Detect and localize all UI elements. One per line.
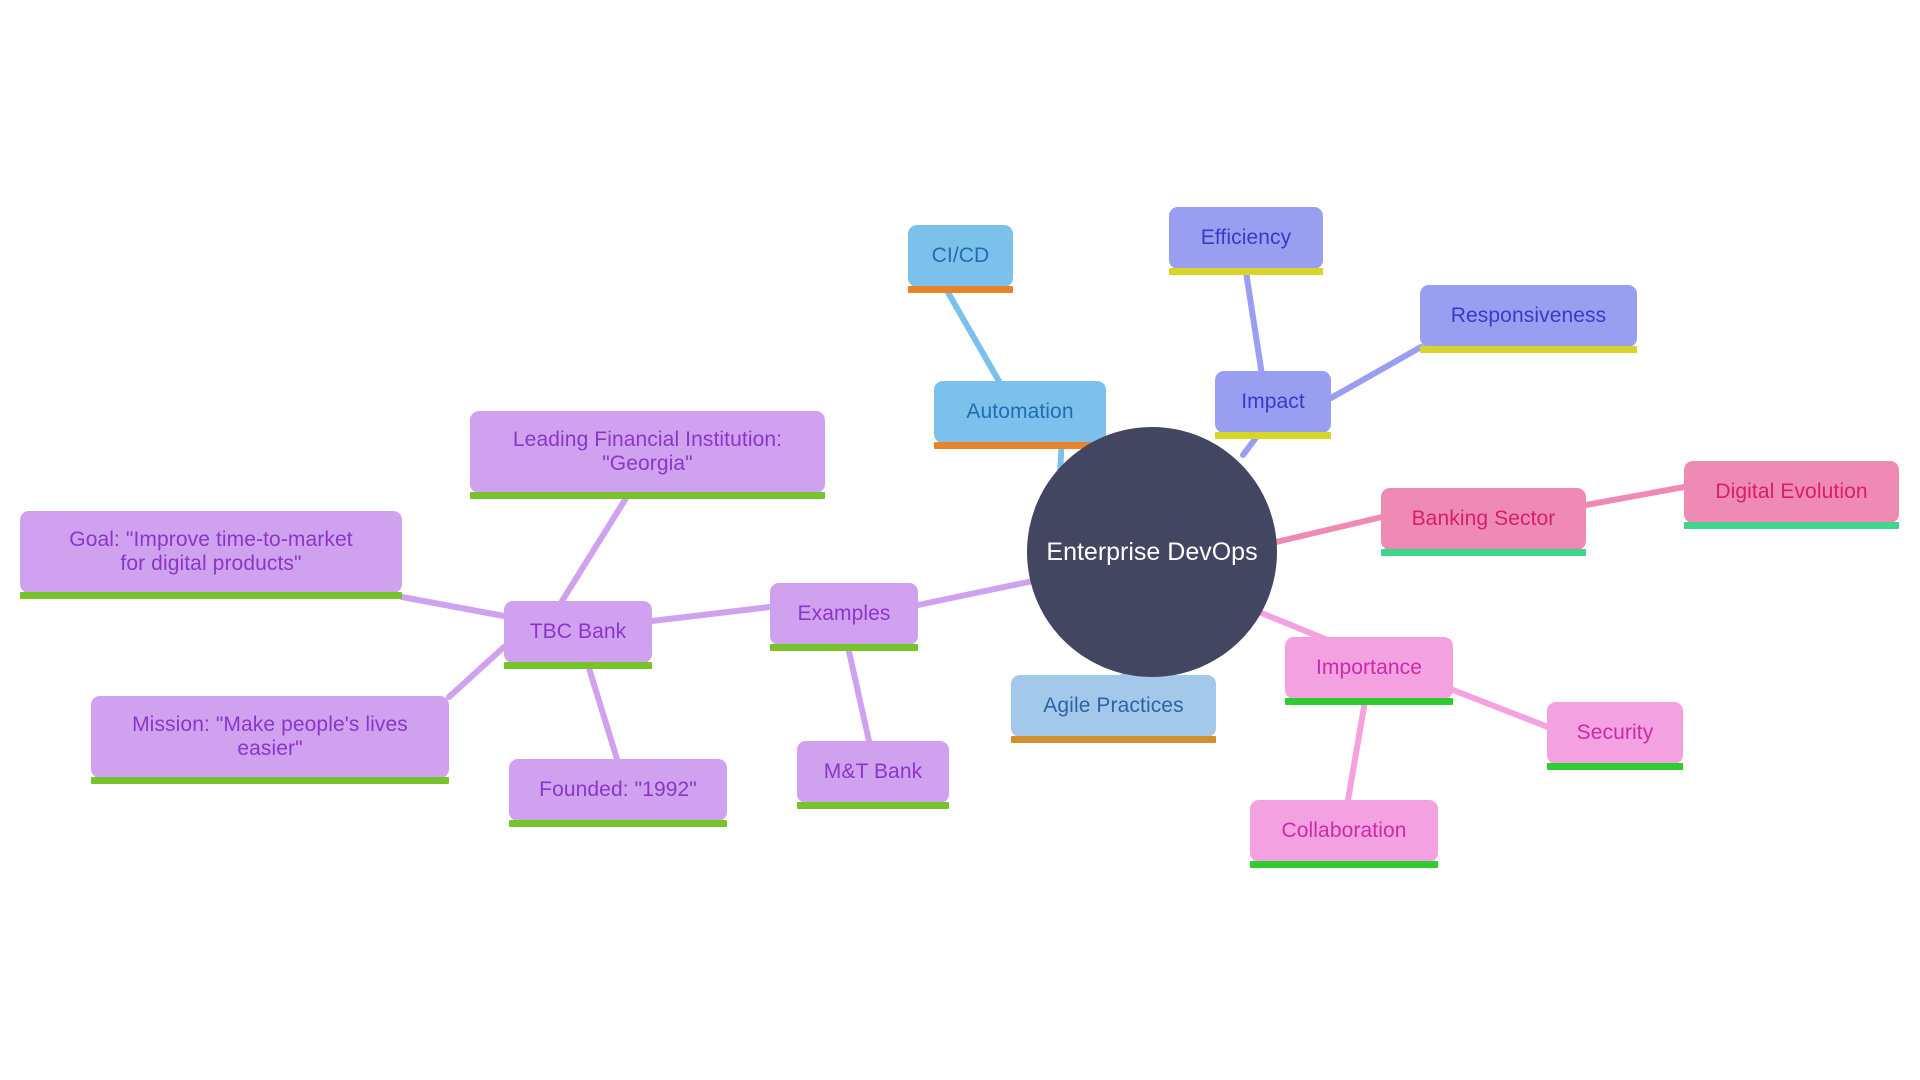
node-accent-underline <box>770 644 918 651</box>
node-accent-underline <box>20 592 402 599</box>
mindmap-node-responsiveness[interactable]: Responsiveness <box>1420 285 1637 353</box>
mindmap-node-efficiency[interactable]: Efficiency <box>1169 207 1323 275</box>
node-label: Banking Sector <box>1411 506 1556 530</box>
node-label: Agile Practices <box>1043 693 1184 717</box>
node-accent-underline <box>1420 346 1637 353</box>
mindmap-node-collaboration[interactable]: Collaboration <box>1250 800 1438 868</box>
mindmap-node-digital-evolution[interactable]: Digital Evolution <box>1684 461 1899 529</box>
node-accent-underline <box>1169 268 1323 275</box>
mindmap-node-impact[interactable]: Impact <box>1215 371 1331 439</box>
node-label: Leading Financial Institution: "Georgia" <box>512 427 783 475</box>
mindmap-node-ci-cd[interactable]: CI/CD <box>908 225 1013 293</box>
node-label: Mission: "Make people's lives easier" <box>132 712 408 760</box>
mindmap-node-security[interactable]: Security <box>1547 702 1683 770</box>
node-label: Security <box>1576 720 1654 744</box>
mindmap-root-node[interactable]: Enterprise DevOps <box>1027 427 1277 677</box>
mindmap-node-importance[interactable]: Importance <box>1285 637 1453 705</box>
node-label: Importance <box>1315 655 1423 679</box>
node-label: Responsiveness <box>1450 303 1607 327</box>
node-accent-underline <box>1215 432 1331 439</box>
node-label: TBC Bank <box>529 619 627 643</box>
mindmap-node-banking-sector[interactable]: Banking Sector <box>1381 488 1586 556</box>
mindmap-canvas: CI/CD Automation Agile Practices Efficiency… <box>0 0 1920 1080</box>
node-accent-underline <box>504 662 652 669</box>
mindmap-node-mt-bank[interactable]: M&T Bank <box>797 741 949 809</box>
node-accent-underline <box>1011 736 1216 743</box>
node-label: Digital Evolution <box>1715 479 1868 503</box>
node-accent-underline <box>470 492 825 499</box>
mindmap-node-examples[interactable]: Examples <box>770 583 918 651</box>
node-label: Impact <box>1241 389 1305 413</box>
mindmap-node-leading-financial-institution[interactable]: Leading Financial Institution: "Georgia" <box>470 411 825 499</box>
node-accent-underline <box>797 802 949 809</box>
node-label: Examples <box>797 601 891 625</box>
mindmap-node-founded[interactable]: Founded: "1992" <box>509 759 727 827</box>
root-node-label: Enterprise DevOps <box>1046 537 1258 566</box>
node-label: Founded: "1992" <box>539 777 697 801</box>
node-accent-underline <box>908 286 1013 293</box>
node-accent-underline <box>91 777 449 784</box>
node-label: Efficiency <box>1200 225 1292 249</box>
node-label: CI/CD <box>931 243 990 267</box>
node-accent-underline <box>509 820 727 827</box>
mindmap-node-tbc-bank[interactable]: TBC Bank <box>504 601 652 669</box>
node-accent-underline <box>1684 522 1899 529</box>
node-label: Automation <box>966 399 1074 423</box>
node-layer: CI/CD Automation Agile Practices Efficiency… <box>0 0 1920 1080</box>
node-accent-underline <box>1381 549 1586 556</box>
mindmap-node-agile-practices[interactable]: Agile Practices <box>1011 675 1216 743</box>
node-label: Collaboration <box>1281 818 1407 842</box>
mindmap-node-automation[interactable]: Automation <box>934 381 1106 449</box>
node-accent-underline <box>1250 861 1438 868</box>
mindmap-node-goal[interactable]: Goal: "Improve time-to-market for digita… <box>20 511 402 599</box>
node-accent-underline <box>1547 763 1683 770</box>
node-accent-underline <box>1285 698 1453 705</box>
mindmap-node-mission[interactable]: Mission: "Make people's lives easier" <box>91 696 449 784</box>
node-label: Goal: "Improve time-to-market for digita… <box>69 527 353 575</box>
node-label: M&T Bank <box>823 759 923 783</box>
node-accent-underline <box>934 442 1106 449</box>
